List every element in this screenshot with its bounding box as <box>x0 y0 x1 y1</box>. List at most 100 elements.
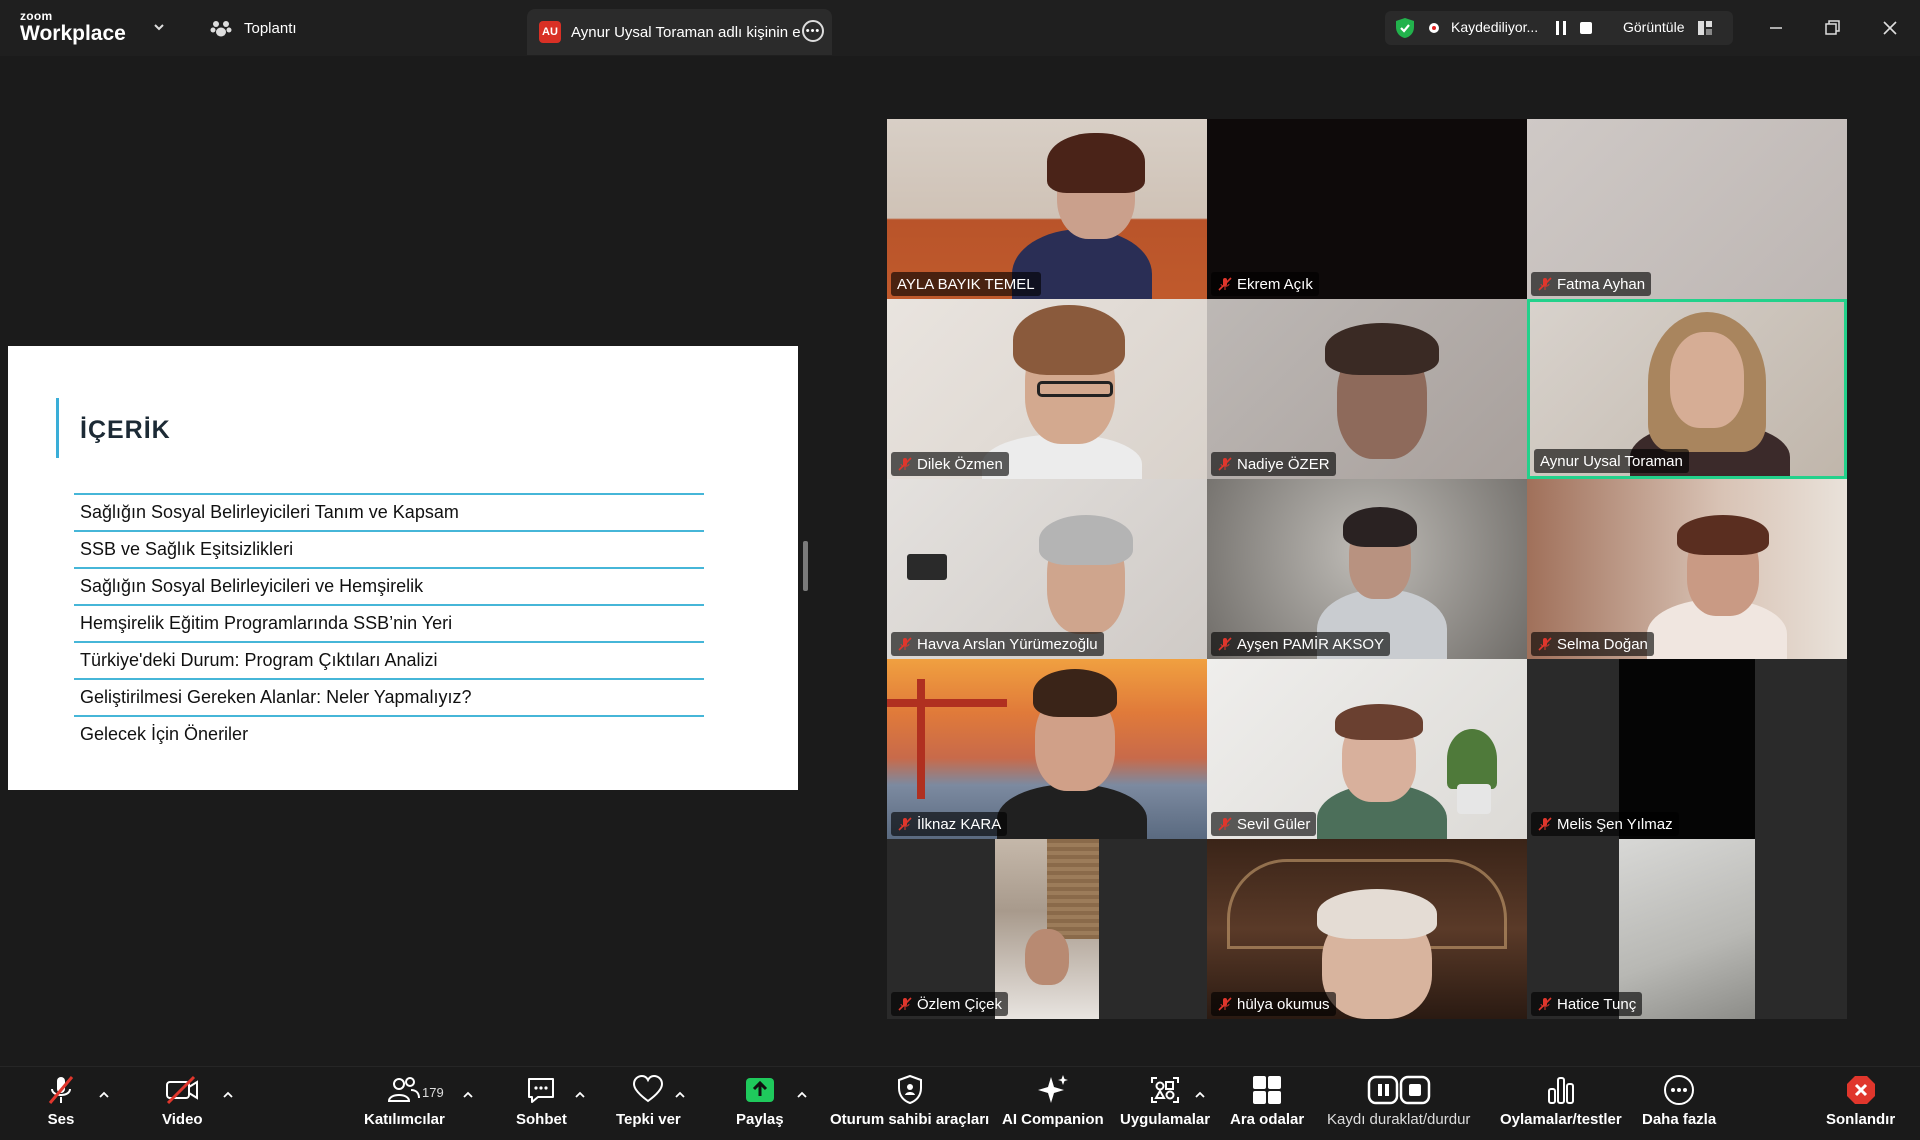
chat-button[interactable]: Sohbet <box>516 1072 567 1136</box>
video-tile[interactable]: Fatma Ayhan <box>1527 119 1847 299</box>
react-button[interactable]: Tepki ver <box>616 1072 681 1136</box>
mic-muted-icon <box>898 457 912 471</box>
view-button[interactable]: Görüntüle <box>1623 19 1684 35</box>
chevron-up-icon[interactable] <box>796 1090 808 1100</box>
sparkle-icon <box>1037 1075 1068 1103</box>
paw-icon <box>210 21 232 37</box>
participant-name-tag: Ayşen PAMİR AKSOY <box>1211 632 1391 656</box>
ai-companion-button[interactable]: AI Companion <box>1002 1072 1104 1136</box>
end-call-icon <box>1846 1076 1875 1104</box>
participant-name-tag: Melis Şen Yılmaz <box>1531 812 1679 836</box>
mic-muted-icon <box>1218 637 1232 651</box>
mic-muted-icon <box>1218 997 1232 1011</box>
meeting-button[interactable]: Toplantı <box>210 14 297 42</box>
video-off-icon <box>166 1075 199 1105</box>
chevron-up-icon[interactable] <box>574 1090 586 1100</box>
participant-name-tag: Özlem Çiçek <box>891 992 1009 1016</box>
grid-view-icon[interactable] <box>1697 20 1713 36</box>
more-options-icon[interactable]: ••• <box>802 20 824 42</box>
agenda-item: Gelecek İçin Öneriler <box>74 715 704 752</box>
split-resize-handle[interactable] <box>803 541 808 591</box>
mic-muted-icon <box>1538 817 1552 831</box>
shield-icon <box>897 1074 922 1105</box>
video-tile[interactable]: Özlem Çiçek <box>887 839 1207 1019</box>
video-tile[interactable]: hülya okumus <box>1207 839 1527 1019</box>
recording-dot-icon <box>1429 23 1439 33</box>
apps-button[interactable]: Uygulamalar <box>1120 1072 1210 1136</box>
agenda-item: Türkiye'deki Durum: Program Çıktıları An… <box>74 641 704 678</box>
agenda-item: Hemşirelik Eğitim Programlarında SSB’nin… <box>74 604 704 641</box>
participant-name-tag: İlknaz KARA <box>891 812 1008 836</box>
agenda-item: Geliştirilmesi Gereken Alanlar: Neler Ya… <box>74 678 704 715</box>
tab-label: Aynur Uysal Toraman adlı kişinin e <box>571 23 801 41</box>
participant-name-tag: Ekrem Açık <box>1211 272 1319 296</box>
meeting-label: Toplantı <box>244 19 297 37</box>
restore-icon[interactable] <box>1818 14 1846 42</box>
chevron-up-icon[interactable] <box>1194 1090 1206 1100</box>
recording-status: Kaydediliyor... <box>1451 19 1539 35</box>
breakout-rooms-button[interactable]: Ara odalar <box>1230 1072 1304 1136</box>
chevron-up-icon[interactable] <box>462 1090 474 1100</box>
recording-status-group: Kaydediliyor... Görüntüle <box>1385 11 1733 45</box>
video-tile-active-speaker[interactable]: Aynur Uysal Toraman <box>1527 299 1847 479</box>
participant-name-tag: AYLA BAYIK TEMEL <box>891 272 1041 296</box>
more-button[interactable]: Daha fazla <box>1642 1072 1716 1136</box>
tab-shared-screen[interactable]: AU Aynur Uysal Toraman adlı kişinin e ••… <box>527 9 832 55</box>
mic-muted-icon <box>898 637 912 651</box>
video-gallery: AYLA BAYIK TEMEL Ekrem Açık Fatma Ayhan … <box>887 119 1847 1019</box>
stop-icon[interactable] <box>1580 22 1592 34</box>
mic-muted-icon <box>1218 277 1232 291</box>
participant-name-tag: Selma Doğan <box>1531 632 1654 656</box>
close-icon[interactable] <box>1876 14 1904 42</box>
video-tile[interactable]: İlknaz KARA <box>887 659 1207 839</box>
recording-controls-button[interactable]: Kaydı duraklat/durdur <box>1327 1072 1470 1136</box>
share-button[interactable]: Paylaş <box>736 1072 784 1136</box>
pause-icon[interactable] <box>1555 20 1567 36</box>
mic-muted-icon <box>1538 637 1552 651</box>
pause-stop-recording-icon <box>1367 1075 1430 1105</box>
mic-muted-icon <box>1218 817 1232 831</box>
chevron-up-icon[interactable] <box>98 1090 110 1100</box>
video-button[interactable]: Video <box>162 1072 203 1136</box>
video-tile[interactable]: AYLA BAYIK TEMEL <box>887 119 1207 299</box>
zoom-logo: zoom Workplace <box>20 9 126 45</box>
minimize-icon[interactable] <box>1762 14 1790 42</box>
participants-icon <box>388 1077 421 1102</box>
participants-button[interactable]: Katılımcılar <box>364 1072 445 1136</box>
more-icon <box>1664 1075 1695 1105</box>
participant-name-tag: hülya okumus <box>1211 992 1336 1016</box>
mic-muted-icon <box>1538 997 1552 1011</box>
shield-check-icon[interactable] <box>1393 16 1417 40</box>
participant-count: 179 <box>422 1085 444 1100</box>
video-tile[interactable]: Melis Şen Yılmaz <box>1527 659 1847 839</box>
video-tile[interactable]: Sevil Güler <box>1207 659 1527 839</box>
slide-title: İÇERİK <box>80 416 171 444</box>
apps-icon <box>1151 1077 1180 1103</box>
participant-name-tag: Aynur Uysal Toraman <box>1534 449 1689 473</box>
video-tile[interactable]: Ayşen PAMİR AKSOY <box>1207 479 1527 659</box>
chevron-up-icon[interactable] <box>222 1090 234 1100</box>
participant-name-tag: Nadiye ÖZER <box>1211 452 1336 476</box>
host-tools-button[interactable]: Oturum sahibi araçları <box>830 1072 989 1136</box>
heart-icon <box>633 1074 664 1103</box>
participant-name-tag: Hatice Tunç <box>1531 992 1643 1016</box>
video-tile[interactable]: Hatice Tunç <box>1527 839 1847 1019</box>
video-tile[interactable]: Selma Doğan <box>1527 479 1847 659</box>
video-tile[interactable]: Nadiye ÖZER <box>1207 299 1527 479</box>
agenda-item: SSB ve Sağlık Eşitsizlikleri <box>74 530 704 567</box>
breakout-rooms-icon <box>1253 1076 1282 1104</box>
chevron-up-icon[interactable] <box>674 1090 686 1100</box>
audio-button[interactable]: Ses <box>44 1072 78 1136</box>
participant-name-tag: Havva Arslan Yürümezoğlu <box>891 632 1104 656</box>
polls-button[interactable]: Oylamalar/testler <box>1500 1072 1622 1136</box>
video-tile[interactable]: Dilek Özmen <box>887 299 1207 479</box>
slide-accent-bar <box>56 398 59 458</box>
video-tile[interactable]: Havva Arslan Yürümezoğlu <box>887 479 1207 659</box>
mic-muted-icon <box>898 997 912 1011</box>
video-tile[interactable]: Ekrem Açık <box>1207 119 1527 299</box>
chevron-down-icon[interactable] <box>152 20 166 34</box>
bar-chart-icon <box>1547 1077 1574 1104</box>
avatar-badge: AU <box>539 21 561 43</box>
end-meeting-button[interactable]: Sonlandır <box>1826 1072 1895 1136</box>
mic-muted-icon <box>1218 457 1232 471</box>
